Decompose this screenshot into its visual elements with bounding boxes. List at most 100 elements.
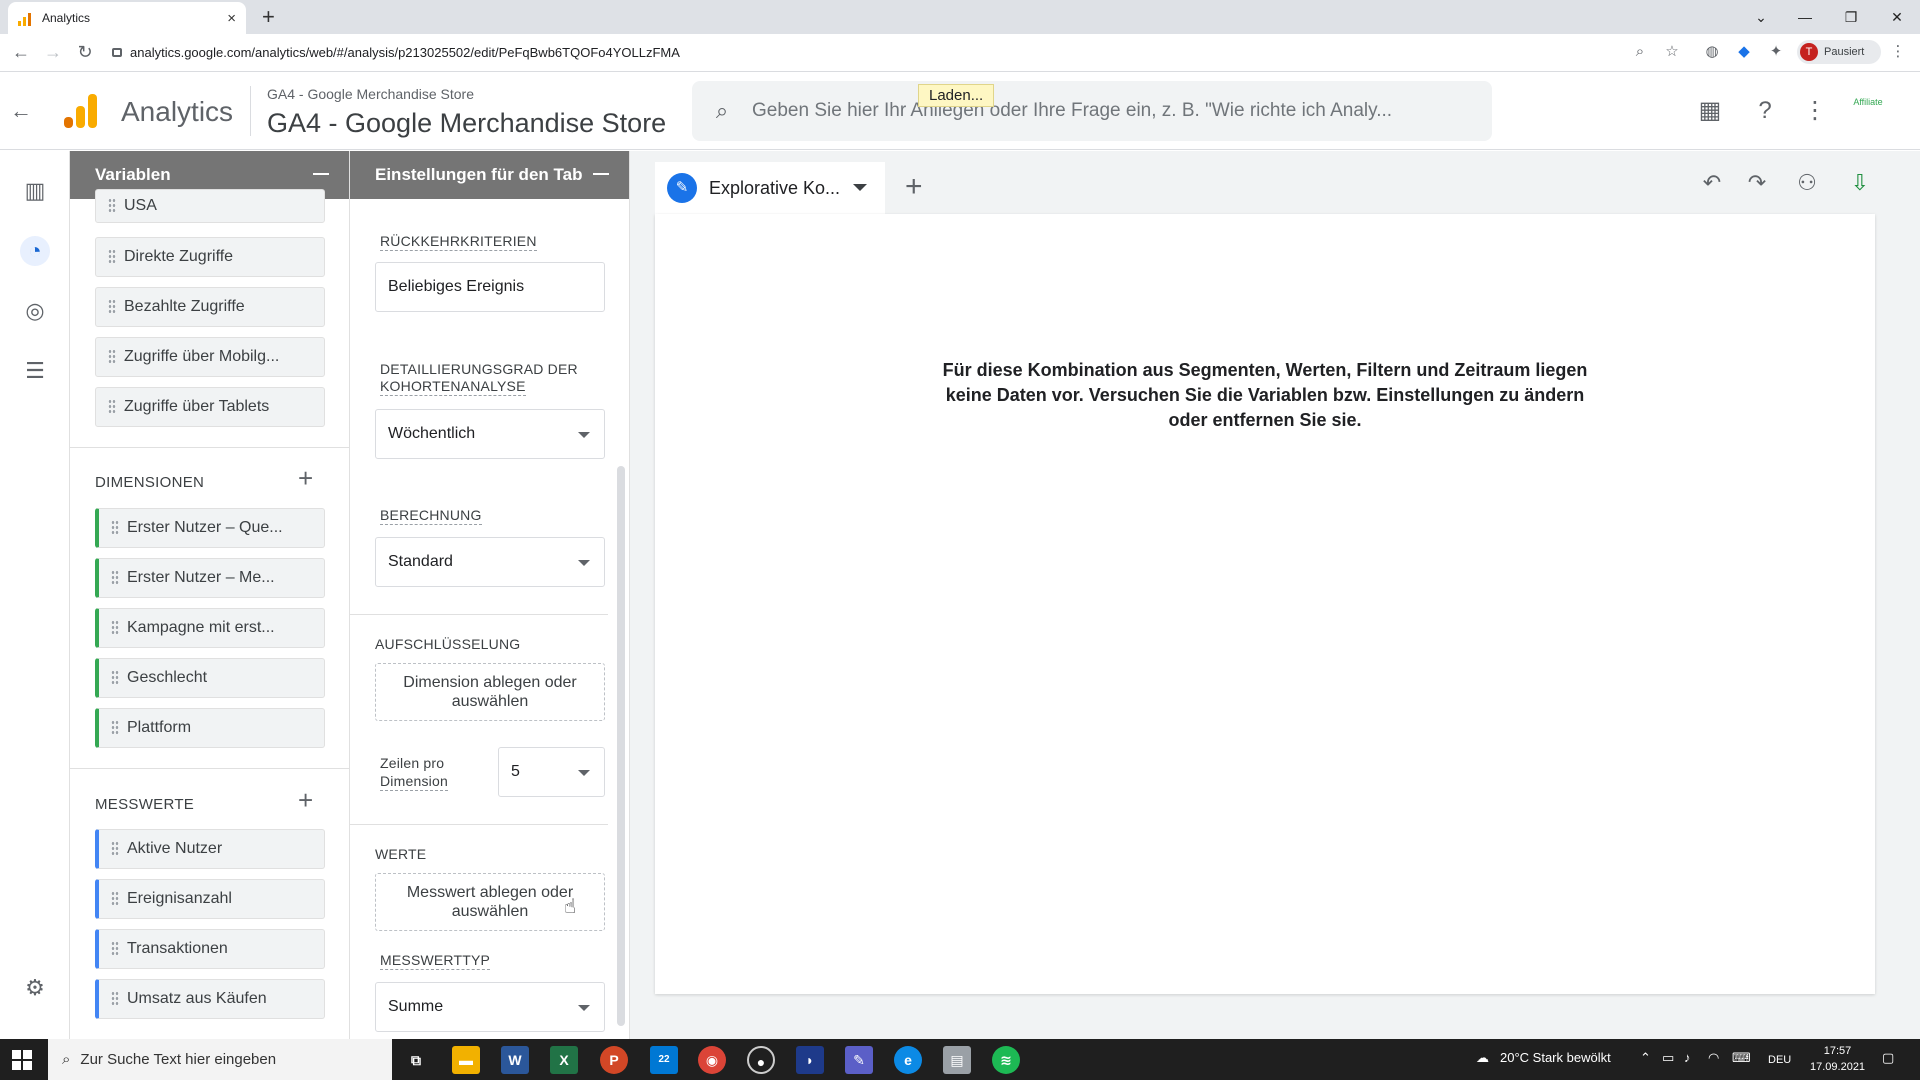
minimize-panel-icon[interactable] (313, 173, 329, 175)
add-metric-button[interactable]: + (298, 785, 313, 816)
minimize-icon[interactable]: — (1782, 0, 1828, 34)
admin-gear-icon[interactable]: ⚙ (20, 973, 50, 1003)
dimension-chip[interactable]: Plattform (95, 708, 325, 748)
calculation-select[interactable]: Standard (375, 537, 605, 587)
chrome-menu-icon[interactable]: ⋮ (1888, 42, 1908, 62)
drag-handle-icon[interactable] (111, 670, 119, 686)
obs-icon[interactable]: ● (747, 1046, 775, 1074)
export-icon[interactable]: ⇩ (1845, 168, 1875, 198)
paint-icon[interactable]: ✎ (845, 1046, 873, 1074)
drag-handle-icon[interactable] (111, 520, 119, 536)
property-selector[interactable]: GA4 - Google Merchandise Store (267, 108, 666, 139)
drag-handle-icon[interactable] (108, 399, 116, 415)
app-icon[interactable]: ◗ (796, 1046, 824, 1074)
breakdown-drop-zone[interactable]: Dimension ablegen oder auswählen (375, 663, 605, 721)
address-bar[interactable]: analytics.google.com/analytics/web/#/ana… (108, 40, 1648, 64)
advertising-icon[interactable]: ◎ (20, 296, 50, 326)
add-tab-button[interactable]: + (905, 170, 923, 204)
taskbar-search[interactable]: ⌕ Zur Suche Text hier eingeben (48, 1039, 392, 1080)
volume-icon[interactable]: ♪ (1684, 1050, 1691, 1065)
segment-chip[interactable]: USA (95, 189, 325, 223)
analytics-logo-icon[interactable] (64, 94, 98, 128)
windows-start-icon[interactable] (12, 1050, 32, 1070)
metric-chip[interactable]: Ereignisanzahl (95, 879, 325, 919)
forward-icon[interactable]: → (42, 42, 64, 63)
drag-handle-icon[interactable] (111, 991, 119, 1007)
clock[interactable]: 17:57 17.09.2021 (1810, 1043, 1865, 1075)
metric-type-select[interactable]: Summe (375, 982, 605, 1032)
dimension-chip[interactable]: Kampagne mit erst... (95, 608, 325, 648)
segment-chip[interactable]: Direkte Zugriffe (95, 237, 325, 277)
drag-handle-icon[interactable] (111, 841, 119, 857)
redo-icon[interactable]: ↷ (1742, 168, 1772, 198)
back-arrow-icon[interactable]: ← (10, 98, 32, 124)
property-account[interactable]: GA4 - Google Merchandise Store (267, 86, 474, 102)
extension-tag-icon[interactable]: ◆ (1734, 42, 1754, 62)
dimension-chip[interactable]: Erster Nutzer – Me... (95, 558, 325, 598)
drag-handle-icon[interactable] (108, 299, 116, 315)
excel-icon[interactable]: X (550, 1046, 578, 1074)
tab-search-icon[interactable]: ⌄ (1738, 0, 1784, 34)
network-adapter-icon[interactable]: ▭ (1662, 1050, 1674, 1066)
mail-icon[interactable]: 22 (650, 1046, 678, 1074)
zoom-icon[interactable]: ⌕ (1630, 42, 1650, 62)
configure-list-icon[interactable]: ☰ (20, 356, 50, 386)
help-icon[interactable]: ? (1750, 96, 1780, 126)
dimension-chip[interactable]: Geschlecht (95, 658, 325, 698)
drag-handle-icon[interactable] (111, 720, 119, 736)
chrome-icon[interactable]: ◉ (698, 1046, 726, 1074)
back-icon[interactable]: ← (10, 42, 32, 63)
share-user-icon[interactable]: ⚇ (1792, 168, 1822, 198)
reports-icon[interactable]: ▥ (20, 176, 50, 206)
more-vert-icon[interactable]: ⋮ (1800, 96, 1830, 126)
search-bar[interactable]: ⌕ (692, 81, 1492, 141)
weather-text[interactable]: 20°C Stark bewölkt (1500, 1050, 1611, 1065)
extension-icon[interactable]: ◍ (1702, 42, 1722, 62)
explore-icon[interactable]: ◔ (20, 236, 50, 266)
drag-handle-icon[interactable] (108, 249, 116, 265)
segment-chip[interactable]: Zugriffe über Mobilg... (95, 337, 325, 377)
tab-menu-caret-icon[interactable] (853, 184, 867, 191)
drag-handle-icon[interactable] (108, 198, 116, 214)
apps-grid-icon[interactable]: ▦ (1695, 96, 1725, 126)
wifi-icon[interactable]: ◠ (1708, 1050, 1719, 1066)
return-criteria-field[interactable]: Beliebiges Ereignis (375, 262, 605, 312)
tray-chevron-icon[interactable]: ⌃ (1640, 1050, 1651, 1066)
browser-tab[interactable]: Analytics × (8, 2, 246, 34)
metric-chip[interactable]: Aktive Nutzer (95, 829, 325, 869)
drag-handle-icon[interactable] (111, 570, 119, 586)
close-tab-icon[interactable]: × (227, 10, 236, 27)
profile-button[interactable]: T Pausiert (1797, 40, 1881, 64)
close-window-icon[interactable]: ✕ (1874, 0, 1920, 34)
rows-per-dimension-select[interactable]: 5 (498, 747, 605, 797)
minimize-panel-icon[interactable] (593, 173, 609, 175)
drag-handle-icon[interactable] (111, 941, 119, 957)
metric-chip[interactable]: Umsatz aus Käufen (95, 979, 325, 1019)
search-input[interactable] (752, 100, 1482, 122)
drag-handle-icon[interactable] (111, 620, 119, 636)
drag-handle-icon[interactable] (108, 349, 116, 365)
drag-handle-icon[interactable] (111, 891, 119, 907)
word-icon[interactable]: W (501, 1046, 529, 1074)
metric-chip[interactable]: Transaktionen (95, 929, 325, 969)
bookmark-star-icon[interactable]: ☆ (1662, 42, 1682, 62)
notifications-icon[interactable]: ▢ (1882, 1050, 1894, 1066)
dimension-chip[interactable]: Erster Nutzer – Que... (95, 508, 325, 548)
notepad-icon[interactable]: ▤ (943, 1046, 971, 1074)
powerpoint-icon[interactable]: P (600, 1046, 628, 1074)
exploration-tab[interactable]: ✎ Explorative Ko... (655, 162, 885, 214)
new-tab-button[interactable]: + (262, 4, 275, 30)
undo-icon[interactable]: ↶ (1697, 168, 1727, 198)
language-indicator[interactable]: DEU (1768, 1054, 1791, 1066)
restore-icon[interactable]: ❐ (1828, 0, 1874, 34)
edge-icon[interactable]: e (894, 1046, 922, 1074)
panel-scrollbar[interactable] (617, 466, 625, 1026)
extensions-puzzle-icon[interactable]: ✦ (1766, 42, 1786, 62)
spotify-icon[interactable]: ≋ (992, 1046, 1020, 1074)
add-dimension-button[interactable]: + (298, 463, 313, 494)
account-avatar[interactable]: Affiliate (1850, 96, 1886, 126)
keyboard-icon[interactable]: ⌨ (1732, 1050, 1751, 1066)
segment-chip[interactable]: Zugriffe über Tablets (95, 387, 325, 427)
reload-icon[interactable]: ↻ (74, 42, 96, 63)
granularity-select[interactable]: Wöchentlich (375, 409, 605, 459)
